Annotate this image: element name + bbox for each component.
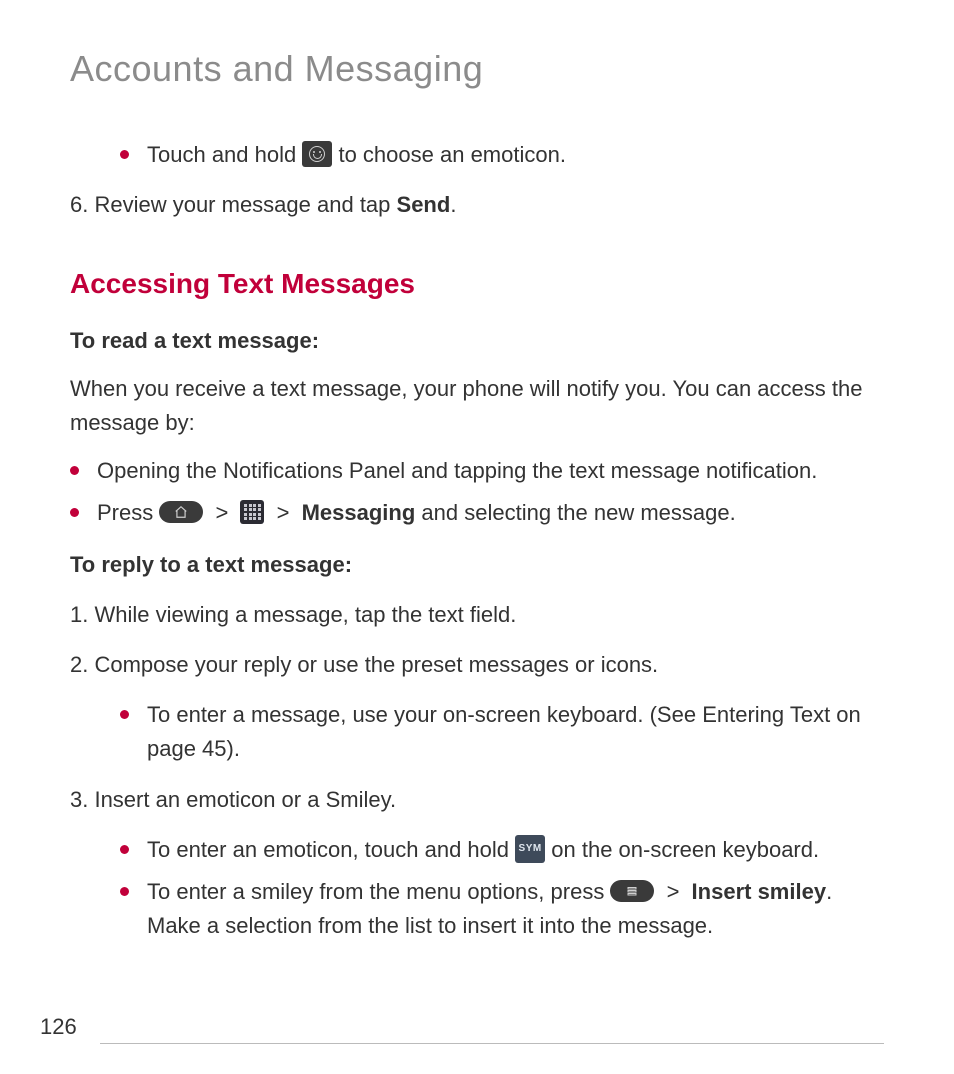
apps-grid-icon bbox=[240, 500, 264, 524]
bullet-icon bbox=[70, 508, 79, 517]
text-fragment: Press bbox=[97, 500, 159, 525]
manual-page: Accounts and Messaging Touch and hold to… bbox=[0, 0, 954, 1074]
list-item: Touch and hold to choose an emoticon. bbox=[120, 138, 884, 172]
sym-key-icon: SYM bbox=[515, 835, 545, 863]
subheading: To reply to a text message: bbox=[70, 548, 884, 582]
list-item-text: To enter a message, use your on-screen k… bbox=[147, 698, 884, 766]
ordered-step: 6. Review your message and tap Send. bbox=[70, 188, 884, 222]
breadcrumb-separator: > bbox=[277, 500, 290, 525]
emoticon-key-icon bbox=[302, 141, 332, 167]
text-fragment: To enter a smiley from the menu options,… bbox=[147, 879, 610, 904]
bullet-icon bbox=[70, 466, 79, 475]
bold-text: Send bbox=[397, 192, 451, 217]
page-body: Touch and hold to choose an emoticon. 6.… bbox=[70, 138, 884, 943]
text-fragment: on the on-screen keyboard. bbox=[551, 837, 819, 862]
list-item-text: Opening the Notifications Panel and tapp… bbox=[97, 454, 884, 488]
list-item-text: Press > > Messaging and selecting the ne… bbox=[97, 496, 884, 530]
bullet-icon bbox=[120, 150, 129, 159]
list-item: Press > > Messaging and selecting the ne… bbox=[70, 496, 884, 530]
home-button-icon bbox=[159, 501, 203, 523]
chapter-title: Accounts and Messaging bbox=[70, 48, 884, 90]
breadcrumb-separator: > bbox=[215, 500, 228, 525]
ordered-step: 3. Insert an emoticon or a Smiley. bbox=[70, 783, 884, 817]
list-item: To enter a message, use your on-screen k… bbox=[120, 698, 884, 766]
text-fragment: Touch and hold bbox=[147, 142, 302, 167]
subheading: To read a text message: bbox=[70, 324, 884, 358]
section-heading: Accessing Text Messages bbox=[70, 262, 884, 305]
list-item: To enter an emoticon, touch and hold SYM… bbox=[120, 833, 884, 867]
paragraph: When you receive a text message, your ph… bbox=[70, 372, 884, 440]
text-fragment: . bbox=[450, 192, 456, 217]
text-fragment: 6. Review your message and tap bbox=[70, 192, 397, 217]
list-item: To enter a smiley from the menu options,… bbox=[120, 875, 884, 943]
footer-rule bbox=[100, 1043, 884, 1044]
ordered-step: 1. While viewing a message, tap the text… bbox=[70, 598, 884, 632]
smiley-face-icon bbox=[309, 146, 325, 162]
list-item-text: To enter an emoticon, touch and hold SYM… bbox=[147, 833, 884, 867]
text-fragment: and selecting the new message. bbox=[421, 500, 735, 525]
bullet-icon bbox=[120, 887, 129, 896]
bullet-icon bbox=[120, 845, 129, 854]
text-fragment: to choose an emoticon. bbox=[338, 142, 565, 167]
text-fragment: To enter an emoticon, touch and hold bbox=[147, 837, 515, 862]
bold-text: Messaging bbox=[302, 500, 416, 525]
page-number: 126 bbox=[40, 1014, 77, 1040]
list-item-text: To enter a smiley from the menu options,… bbox=[147, 875, 884, 943]
bullet-icon bbox=[120, 710, 129, 719]
ordered-step: 2. Compose your reply or use the preset … bbox=[70, 648, 884, 682]
bold-text: Insert smiley bbox=[692, 879, 827, 904]
list-item: Opening the Notifications Panel and tapp… bbox=[70, 454, 884, 488]
list-item-text: Touch and hold to choose an emoticon. bbox=[147, 138, 884, 172]
breadcrumb-separator: > bbox=[667, 879, 680, 904]
menu-button-icon bbox=[610, 880, 654, 902]
